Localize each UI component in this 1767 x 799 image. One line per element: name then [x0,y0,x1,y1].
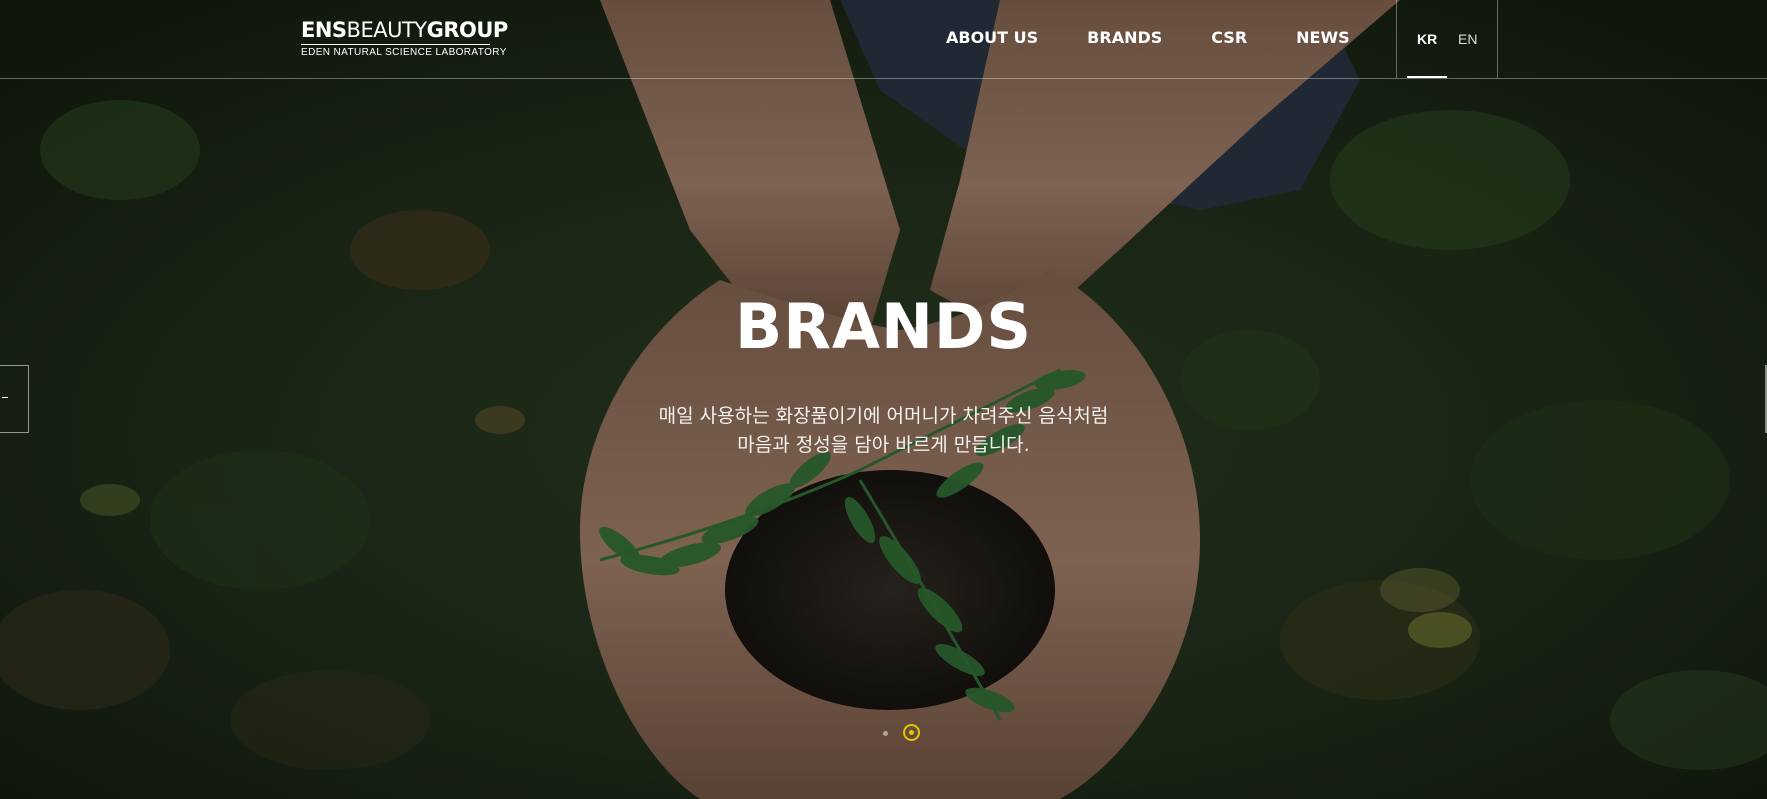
slide-dot-1[interactable] [883,731,888,736]
logo-tagline: EDEN NATURAL SCIENCE LABORATORY [301,47,507,58]
logo-wordmark: ENSBEAUTYGROUP [301,18,508,42]
nav-csr[interactable]: CSR [1211,28,1247,47]
prev-slide-button[interactable] [0,365,29,433]
main-nav: ABOUT US BRANDS CSR NEWS [946,28,1399,47]
lang-kr[interactable]: KR [1417,31,1437,47]
hero-photo [0,0,1767,799]
nav-about-us[interactable]: ABOUT US [946,28,1038,47]
language-switcher: KR EN [1396,0,1498,78]
slide-dot-2-active[interactable] [903,724,920,741]
hero-title: BRANDS [735,290,1032,363]
slide-pagination [875,723,925,743]
hero-subtitle-line-1: 매일 사용하는 화장품이기에 어머니가 차려주신 음식처럼 [658,405,1109,427]
nav-brands[interactable]: BRANDS [1087,28,1162,47]
logo-divider [301,44,490,45]
hero-subtitle-line-2: 마음과 정성을 담아 바르게 만듭니다. [737,434,1030,456]
nav-news[interactable]: NEWS [1296,28,1350,47]
hero-subtitle: 매일 사용하는 화장품이기에 어머니가 차려주신 음식처럼 마음과 정성을 담아… [0,402,1767,460]
site-logo[interactable]: ENSBEAUTYGROUP EDEN NATURAL SCIENCE LABO… [301,18,508,58]
hero-background [0,0,1767,799]
arrow-left-icon [2,397,8,398]
lang-en[interactable]: EN [1458,31,1477,47]
site-header: ENSBEAUTYGROUP EDEN NATURAL SCIENCE LABO… [0,0,1767,79]
active-lang-indicator [1407,76,1447,78]
